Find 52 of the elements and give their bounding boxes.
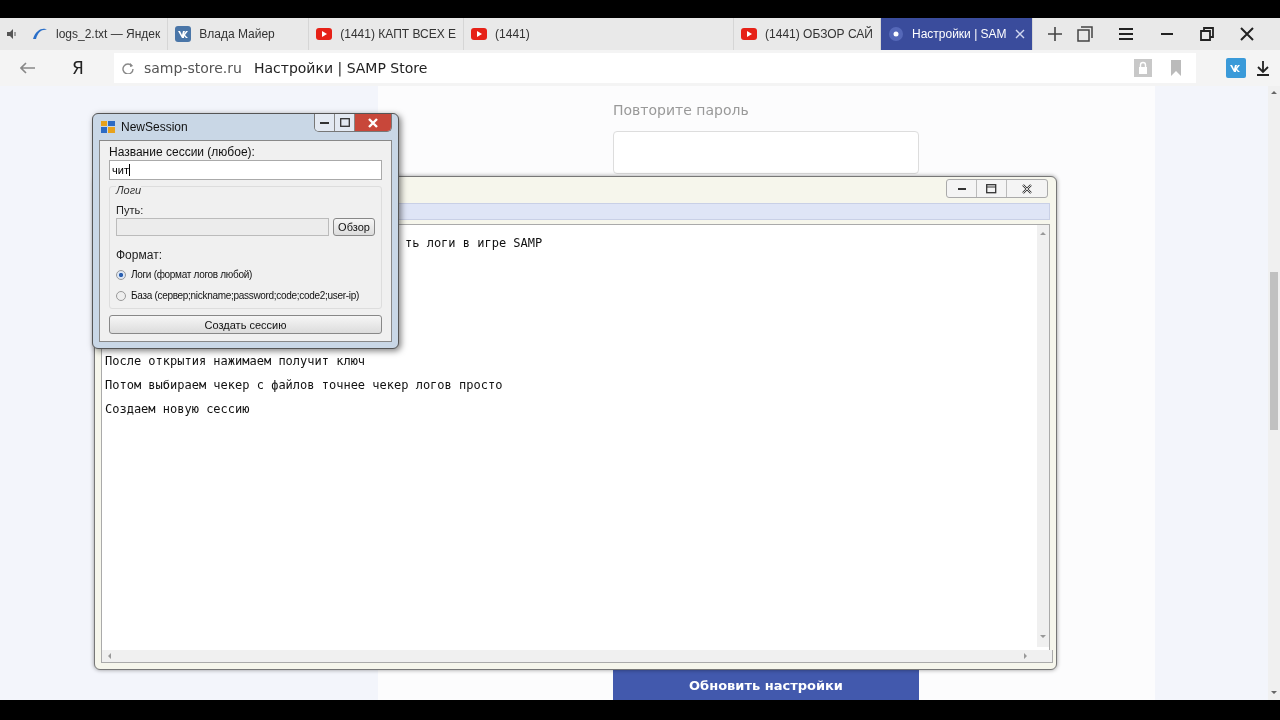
close-icon: [368, 117, 378, 128]
close-icon: [1022, 183, 1032, 194]
vk-icon: [1226, 58, 1246, 78]
create-session-button[interactable]: Создать сессию: [109, 315, 382, 334]
minimize-icon: [957, 187, 966, 190]
field-label: Путь:: [116, 204, 145, 216]
radio-label[interactable]: База (сервер;nickname;password;code;code2;user-ip): [131, 290, 360, 301]
maximize-icon: [986, 183, 997, 194]
reload-icon: [122, 62, 134, 74]
close-icon: [1014, 29, 1025, 39]
video-icon: [471, 26, 488, 42]
bookmark-icon: [1170, 60, 1182, 76]
password-field[interactable]: [613, 131, 919, 174]
back-arrow-icon: [20, 62, 36, 74]
new-tab-icon: [1046, 26, 1063, 42]
video-icon: [316, 26, 333, 42]
window-title: NewSession: [121, 120, 188, 134]
vk-icon: [175, 26, 192, 42]
minimize-icon: [1160, 33, 1174, 35]
maximize-button[interactable]: [335, 114, 355, 131]
lock-icon: [1134, 59, 1152, 77]
field-label: Формат:: [116, 248, 163, 262]
radio-button[interactable]: [116, 290, 126, 301]
radio-label[interactable]: Логи (формат логов любой): [131, 269, 253, 280]
browser-logo[interactable]: Я: [72, 58, 114, 78]
session-name-field[interactable]: чит: [109, 160, 382, 180]
address-field[interactable]: samp-store.ru Настройки | SAMP Store: [114, 53, 1196, 83]
tabs-icon: [1076, 26, 1093, 42]
browser-tab[interactable]: Настройки | SAM: [880, 18, 1033, 50]
path-field[interactable]: [116, 218, 329, 236]
wave-icon: [32, 26, 48, 42]
text-line: После открытия нажимаем получит ключ: [105, 353, 366, 370]
video-icon: [741, 26, 758, 42]
text-line: Потом выбираем чекер с файлов точнее чекер логов просто: [105, 377, 503, 394]
minimize-icon: [320, 121, 329, 124]
update-settings-button[interactable]: Обновить настройки: [613, 670, 919, 700]
menu-icon: [1118, 27, 1134, 41]
field-label: Название сессии (любое):: [109, 145, 256, 160]
close-button[interactable]: [355, 114, 391, 131]
minimize-button[interactable]: [315, 114, 335, 131]
maximize-icon: [339, 118, 350, 127]
text-line: Создаем новую сессию: [105, 401, 250, 418]
site-icon: [887, 26, 904, 42]
close-icon: [1240, 27, 1254, 41]
radio-button[interactable]: [116, 269, 126, 280]
restore-icon: [1200, 27, 1214, 41]
text-line: ть логи в игре SAMP: [405, 235, 543, 252]
browse-button[interactable]: Обзор: [333, 218, 375, 236]
download-icon: [1256, 60, 1270, 76]
speaker-icon: [7, 29, 17, 39]
field-label: Повторите пароль: [613, 102, 750, 120]
app-icon: [101, 121, 115, 133]
